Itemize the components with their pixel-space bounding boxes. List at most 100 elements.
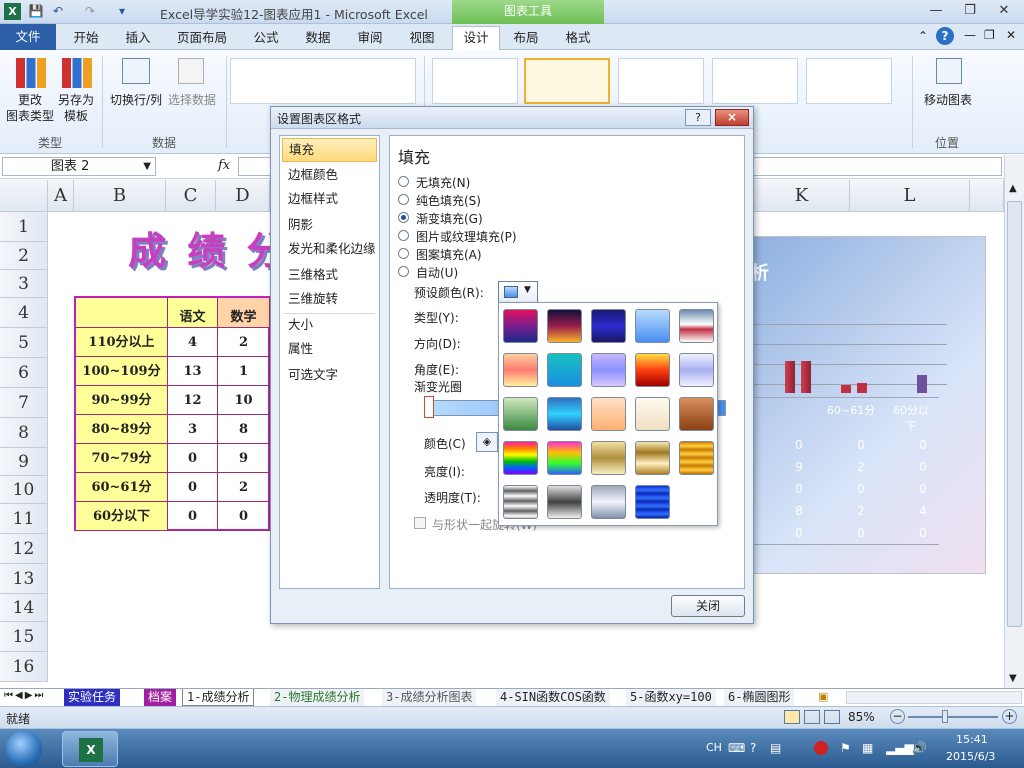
fill-option-label[interactable]: 图案填充(A) bbox=[416, 246, 482, 263]
preset-gradient-swatch[interactable] bbox=[591, 485, 626, 519]
fill-option-label[interactable]: 无填充(N) bbox=[416, 174, 470, 191]
flag-warning-icon[interactable] bbox=[814, 741, 828, 755]
row-header[interactable]: 10 bbox=[0, 476, 48, 504]
paint-bucket-icon[interactable]: ◈ bbox=[476, 432, 498, 452]
preset-gradient-swatch[interactable] bbox=[635, 397, 670, 431]
row-label-cell[interactable]: 60~61分 bbox=[76, 473, 168, 502]
tray-icon[interactable]: ▤ bbox=[770, 741, 781, 755]
chinese-value-cell[interactable]: 4 bbox=[168, 328, 218, 357]
sheet-nav-icon[interactable]: ⏮◀▶⏭ bbox=[4, 690, 45, 701]
start-button-icon[interactable] bbox=[6, 731, 42, 767]
row-header[interactable]: 11 bbox=[0, 504, 48, 534]
sheet-tab-experiment-task[interactable]: 实验任务 bbox=[64, 689, 121, 706]
preset-gradient-swatch[interactable] bbox=[679, 397, 714, 431]
name-box[interactable]: 图表 2 ▼ bbox=[2, 157, 156, 176]
fill-option-radio[interactable] bbox=[398, 248, 409, 259]
row-label-cell[interactable]: 60分以下 bbox=[76, 502, 168, 531]
math-value-cell[interactable]: 10 bbox=[218, 386, 270, 415]
preset-gradient-swatch[interactable] bbox=[679, 309, 714, 343]
dialog-help-button[interactable]: ? bbox=[685, 109, 711, 126]
save-icon[interactable]: 💾 bbox=[28, 3, 44, 19]
normal-view-icon[interactable] bbox=[784, 710, 800, 724]
category-item[interactable]: 可选文字 bbox=[282, 364, 377, 388]
tab-view[interactable]: 视图 bbox=[400, 27, 444, 49]
preset-gradient-swatch[interactable] bbox=[635, 441, 670, 475]
dialog-close-button[interactable]: × bbox=[715, 109, 749, 126]
chinese-value-cell[interactable]: 0 bbox=[168, 473, 218, 502]
fill-option-radio[interactable] bbox=[398, 212, 409, 223]
change-chart-type-button[interactable]: 更改 图表类型 bbox=[4, 56, 56, 126]
fill-option-radio[interactable] bbox=[398, 230, 409, 241]
sheet-tab-5[interactable]: 5-函数xy=100 bbox=[626, 689, 716, 706]
switch-row-column-button[interactable]: 切换行/列 bbox=[108, 56, 164, 116]
row-header[interactable]: 9 bbox=[0, 448, 48, 476]
math-value-cell[interactable]: 2 bbox=[218, 328, 270, 357]
row-header[interactable]: 7 bbox=[0, 388, 48, 418]
tab-formulas[interactable]: 公式 bbox=[244, 27, 288, 49]
zoom-slider[interactable] bbox=[908, 716, 998, 718]
category-item[interactable]: 边框样式 bbox=[282, 188, 377, 212]
category-item[interactable]: 属性 bbox=[282, 338, 377, 362]
sheet-tab-archive[interactable]: 档案 bbox=[144, 689, 177, 706]
row-header[interactable]: 16 bbox=[0, 652, 48, 682]
fill-option-label[interactable]: 图片或纹理填充(P) bbox=[416, 228, 517, 245]
preset-gradient-swatch[interactable] bbox=[635, 485, 670, 519]
preset-gradient-swatch[interactable] bbox=[591, 353, 626, 387]
scroll-up-icon[interactable]: ▲ bbox=[1009, 183, 1017, 194]
sheet-tab-3[interactable]: 3-成绩分析图表 bbox=[382, 689, 477, 706]
help-icon[interactable]: ? bbox=[936, 27, 954, 45]
chart-style-2[interactable] bbox=[524, 58, 610, 104]
restore-icon[interactable]: ❐ bbox=[958, 2, 982, 20]
preset-gradient-swatch[interactable] bbox=[547, 309, 582, 343]
preset-gradient-swatch[interactable] bbox=[679, 441, 714, 475]
close-icon[interactable]: ✕ bbox=[992, 2, 1016, 20]
rotate-with-shape-checkbox[interactable] bbox=[414, 517, 426, 529]
category-item[interactable]: 填充 bbox=[282, 138, 377, 162]
row-label-cell[interactable]: 110分以上 bbox=[76, 328, 168, 357]
clock-time[interactable]: 15:41 bbox=[956, 733, 988, 746]
category-item[interactable]: 发光和柔化边缘 bbox=[282, 238, 377, 262]
zoom-out-icon[interactable]: − bbox=[890, 709, 905, 724]
chart-style-4[interactable] bbox=[712, 58, 798, 104]
doc-minimize-icon[interactable]: — bbox=[964, 28, 976, 42]
zoom-in-icon[interactable]: + bbox=[1002, 709, 1017, 724]
zoom-slider-thumb[interactable] bbox=[942, 710, 948, 723]
column-header-c[interactable]: C bbox=[166, 180, 216, 212]
windows-tray-icon[interactable]: ▦ bbox=[862, 741, 873, 755]
row-label-cell[interactable]: 80~89分 bbox=[76, 415, 168, 444]
chinese-value-cell[interactable]: 0 bbox=[168, 444, 218, 473]
zoom-level[interactable]: 85% bbox=[848, 710, 875, 724]
math-value-cell[interactable]: 0 bbox=[218, 502, 270, 531]
row-header[interactable]: 1 bbox=[0, 212, 48, 242]
tab-home[interactable]: 开始 bbox=[64, 27, 108, 49]
row-label-cell[interactable]: 90~99分 bbox=[76, 386, 168, 415]
column-header-k[interactable]: K bbox=[754, 180, 850, 212]
math-value-cell[interactable]: 8 bbox=[218, 415, 270, 444]
save-as-template-button[interactable]: 另存为 模板 bbox=[56, 56, 96, 126]
preset-gradient-swatch[interactable] bbox=[503, 485, 538, 519]
vertical-scrollbar[interactable]: ▲ ▼ bbox=[1004, 155, 1024, 688]
header-chinese[interactable]: 语文 bbox=[168, 298, 218, 328]
dialog-close-action-button[interactable]: 关闭 bbox=[671, 595, 745, 617]
sheet-tab-1[interactable]: 1-成绩分析 bbox=[182, 689, 255, 706]
doc-restore-icon[interactable]: ❐ bbox=[984, 28, 995, 42]
fill-option-radio[interactable] bbox=[398, 194, 409, 205]
tab-layout[interactable]: 布局 bbox=[504, 27, 548, 49]
category-item[interactable]: 阴影 bbox=[282, 214, 377, 238]
preset-gradient-swatch[interactable] bbox=[547, 441, 582, 475]
math-value-cell[interactable]: 2 bbox=[218, 473, 270, 502]
column-header-a[interactable]: A bbox=[48, 180, 74, 212]
chinese-value-cell[interactable]: 13 bbox=[168, 357, 218, 386]
chinese-value-cell[interactable]: 3 bbox=[168, 415, 218, 444]
gradient-stop-handle[interactable] bbox=[424, 396, 434, 418]
row-header[interactable]: 6 bbox=[0, 358, 48, 388]
fill-option-label[interactable]: 纯色填充(S) bbox=[416, 192, 481, 209]
row-header[interactable]: 8 bbox=[0, 418, 48, 448]
doc-close-icon[interactable]: ✕ bbox=[1006, 28, 1016, 42]
preset-gradient-swatch[interactable] bbox=[591, 309, 626, 343]
row-header[interactable]: 14 bbox=[0, 594, 48, 622]
preset-gradient-swatch[interactable] bbox=[547, 353, 582, 387]
move-chart-button[interactable]: 移动图表 bbox=[918, 56, 978, 116]
fill-option-label[interactable]: 渐变填充(G) bbox=[416, 210, 483, 227]
chinese-value-cell[interactable]: 0 bbox=[168, 502, 218, 531]
